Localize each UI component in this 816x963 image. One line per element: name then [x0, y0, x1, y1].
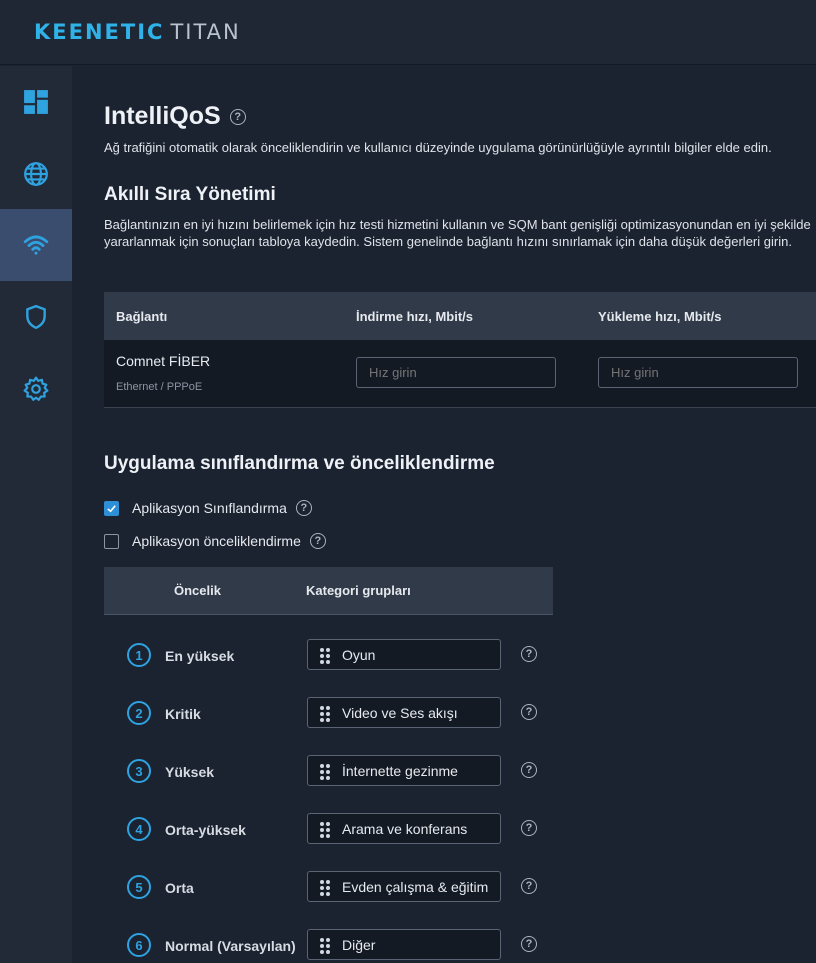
drag-handle-icon[interactable] [320, 879, 330, 896]
connection-speed-table: Bağlantı İndirme hızı, Mbit/s Yükleme hı… [104, 292, 816, 408]
help-icon[interactable]: ? [521, 878, 537, 894]
prioritization-checkbox-row[interactable]: Aplikasyon önceliklendirme ? [104, 533, 326, 549]
drag-handle-icon[interactable] [320, 821, 330, 838]
prioritization-checkbox[interactable] [104, 533, 119, 549]
sidebar [0, 66, 72, 963]
classification-checkbox[interactable] [104, 500, 119, 516]
classification-section-title: Uygulama sınıflandırma ve önceliklendirm… [104, 453, 495, 474]
priority-number: 4 [127, 817, 151, 841]
priority-label: Orta [165, 880, 194, 896]
priority-table: Öncelik Kategori grupları 1 En yüksek Oy… [104, 567, 553, 960]
help-icon[interactable]: ? [309, 533, 326, 549]
priority-label: Kritik [165, 706, 201, 722]
sidebar-item-dashboard[interactable] [0, 66, 72, 138]
priority-number: 6 [127, 933, 151, 957]
category-label: Evden çalışma & eğitim [342, 878, 489, 895]
help-icon[interactable]: ? [295, 500, 312, 516]
drag-handle-icon[interactable] [320, 647, 330, 664]
wifi-icon [23, 235, 49, 255]
category-drag-item[interactable]: Oyun [307, 639, 501, 670]
drag-handle-icon[interactable] [320, 705, 330, 722]
dashboard-icon [24, 90, 48, 114]
brand-name: KEENETIC [34, 20, 165, 44]
col-download: İndirme hızı, Mbit/s [356, 308, 474, 324]
col-category: Kategori grupları [306, 583, 411, 598]
connection-name: Comnet FİBER [116, 353, 211, 369]
brand-logo[interactable]: KEENETIC TITAN [34, 20, 241, 44]
category-label: Video ve Ses akışı [342, 704, 458, 721]
classification-checkbox-row[interactable]: Aplikasyon Sınıflandırma ? [104, 500, 312, 516]
table-row: Comnet FİBER Ethernet / PPPoE [104, 340, 816, 408]
shield-icon [26, 304, 46, 330]
download-cell [356, 357, 556, 388]
priority-number: 2 [127, 701, 151, 725]
priority-label: Yüksek [165, 764, 215, 780]
gear-icon [23, 376, 49, 401]
sidebar-item-wifi[interactable] [0, 209, 72, 281]
help-icon[interactable]: ? [521, 936, 537, 952]
help-icon[interactable]: ? [521, 646, 537, 662]
col-priority: Öncelik [174, 583, 221, 598]
globe-icon [24, 162, 48, 186]
priority-number: 1 [127, 643, 151, 667]
prioritization-checkbox-label: Aplikasyon önceliklendirme [132, 533, 301, 549]
drag-handle-icon[interactable] [320, 937, 330, 954]
queue-section-title: Akıllı Sıra Yönetimi [104, 184, 276, 205]
page-subtitle: Ağ trafiğini otomatik olarak önceliklend… [104, 140, 772, 155]
sidebar-item-security[interactable] [0, 281, 72, 353]
priority-number: 3 [127, 759, 151, 783]
priority-label: Orta-yüksek [165, 822, 246, 838]
category-drag-item[interactable]: Diğer [307, 929, 501, 960]
col-upload: Yükleme hızı, Mbit/s [598, 308, 722, 324]
category-drag-item[interactable]: Video ve Ses akışı [307, 697, 501, 728]
category-drag-item[interactable]: Arama ve konferans [307, 813, 501, 844]
main-content: IntelliQoS ? Ağ trafiğini otomatik olara… [72, 66, 816, 963]
help-icon[interactable]: ? [521, 704, 537, 720]
category-drag-item[interactable]: Evden çalışma & eğitim [307, 871, 501, 902]
brand-model: TITAN [170, 20, 241, 44]
top-bar: KEENETIC TITAN [0, 0, 816, 65]
connection-type: Ethernet / PPPoE [116, 381, 203, 393]
help-icon[interactable]: ? [229, 108, 246, 125]
priority-row: 4 Orta-yüksek Arama ve konferans ? [104, 811, 564, 851]
col-connection: Bağlantı [116, 308, 168, 324]
upload-cell [598, 357, 798, 388]
help-icon[interactable]: ? [521, 762, 537, 778]
help-icon[interactable]: ? [521, 820, 537, 836]
classification-checkbox-label: Aplikasyon Sınıflandırma [132, 500, 287, 516]
table-header: Bağlantı İndirme hızı, Mbit/s Yükleme hı… [104, 292, 816, 340]
upload-speed-input[interactable] [598, 357, 798, 388]
priority-row: 5 Orta Evden çalışma & eğitim ? [104, 869, 564, 909]
category-label: İnternette gezinme [342, 762, 458, 779]
priority-row: 2 Kritik Video ve Ses akışı ? [104, 695, 564, 735]
check-icon [107, 504, 116, 512]
sidebar-item-internet[interactable] [0, 138, 72, 210]
queue-description: Bağlantınızın en iyi hızını belirlemek i… [104, 217, 811, 249]
priority-row: 6 Normal (Varsayılan) Diğer ? [104, 927, 564, 963]
category-drag-item[interactable]: İnternette gezinme [307, 755, 501, 786]
priority-number: 5 [127, 875, 151, 899]
priority-label: Normal (Varsayılan) [165, 938, 296, 954]
priority-row: 3 Yüksek İnternette gezinme ? [104, 753, 564, 793]
priority-label: En yüksek [165, 648, 235, 664]
category-label: Arama ve konferans [342, 820, 468, 837]
sidebar-item-settings[interactable] [0, 353, 72, 425]
category-label: Diğer [342, 936, 376, 953]
download-speed-input[interactable] [356, 357, 556, 388]
category-label: Oyun [342, 646, 376, 663]
drag-handle-icon[interactable] [320, 763, 330, 780]
priority-row: 1 En yüksek Oyun ? [104, 637, 564, 677]
page-title: IntelliQoS [104, 102, 221, 130]
table-header: Öncelik Kategori grupları [104, 567, 553, 615]
page-header: IntelliQoS ? [104, 102, 246, 131]
